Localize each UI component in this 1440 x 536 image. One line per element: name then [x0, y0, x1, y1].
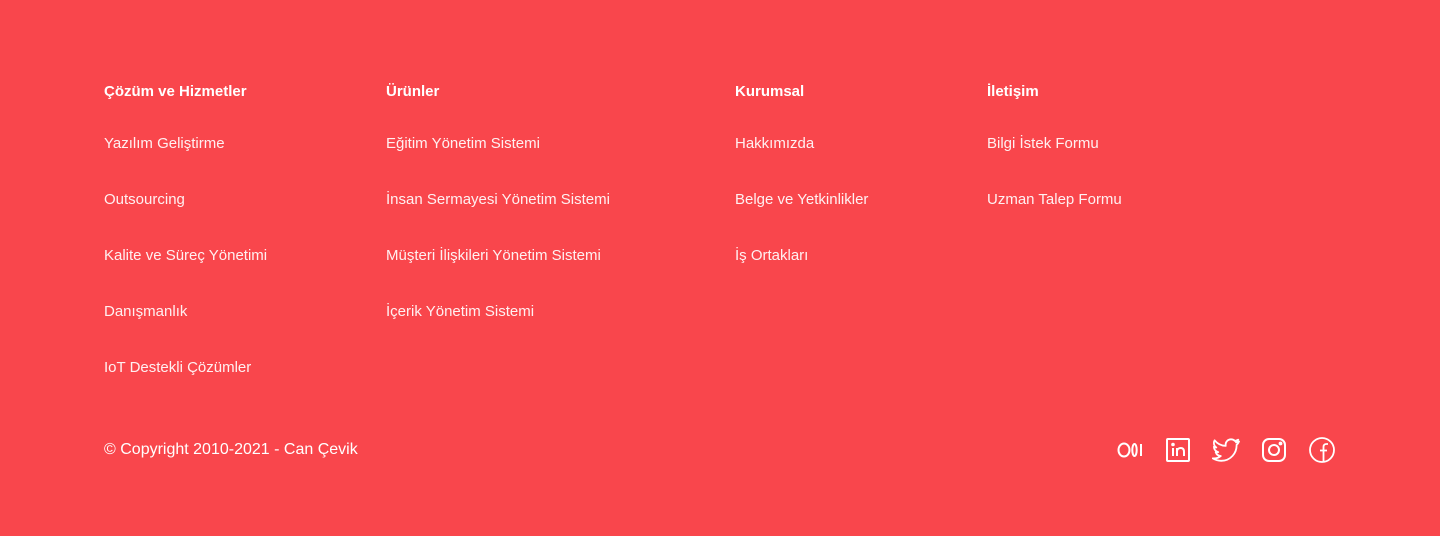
- footer-column-solutions: Çözüm ve Hizmetler Yazılım Geliştirme Ou…: [104, 82, 267, 414]
- footer-column-products: Ürünler Eğitim Yönetim Sistemi İnsan Ser…: [386, 82, 610, 358]
- facebook-icon[interactable]: [1308, 436, 1336, 464]
- column-title: İletişim: [987, 83, 1039, 100]
- link-hakkimizda[interactable]: Hakkımızda: [735, 135, 814, 152]
- link-kalite-surec-yonetimi[interactable]: Kalite ve Süreç Yönetimi: [104, 247, 267, 264]
- link-musteri-iliskileri-yonetim-sistemi[interactable]: Müşteri İlişkileri Yönetim Sistemi: [386, 247, 601, 264]
- link-is-ortaklari[interactable]: İş Ortakları: [735, 247, 808, 264]
- link-icerik-yonetim-sistemi[interactable]: İçerik Yönetim Sistemi: [386, 303, 534, 320]
- medium-icon[interactable]: [1116, 436, 1144, 464]
- link-list: Yazılım Geliştirme Outsourcing Kalite ve…: [104, 134, 267, 378]
- social-links: [1116, 436, 1336, 464]
- link-list: Hakkımızda Belge ve Yetkinlikler İş Orta…: [735, 134, 868, 266]
- link-bilgi-istek-formu[interactable]: Bilgi İstek Formu: [987, 135, 1099, 152]
- link-outsourcing[interactable]: Outsourcing: [104, 191, 185, 208]
- link-belge-ve-yetkinlikler[interactable]: Belge ve Yetkinlikler: [735, 191, 868, 208]
- link-egitim-yonetim-sistemi[interactable]: Eğitim Yönetim Sistemi: [386, 135, 540, 152]
- link-list: Eğitim Yönetim Sistemi İnsan Sermayesi Y…: [386, 134, 610, 322]
- footer-column-corporate: Kurumsal Hakkımızda Belge ve Yetkinlikle…: [735, 82, 868, 302]
- link-danismanlik[interactable]: Danışmanlık: [104, 303, 187, 320]
- link-list: Bilgi İstek Formu Uzman Talep Formu: [987, 134, 1122, 210]
- link-uzman-talep-formu[interactable]: Uzman Talep Formu: [987, 191, 1122, 208]
- column-title: Ürünler: [386, 83, 440, 100]
- footer-column-contact: İletişim Bilgi İstek Formu Uzman Talep F…: [987, 82, 1122, 246]
- linkedin-icon[interactable]: [1164, 436, 1192, 464]
- link-yazilim-gelistirme[interactable]: Yazılım Geliştirme: [104, 135, 225, 152]
- link-insan-sermayesi-yonetim-sistemi[interactable]: İnsan Sermayesi Yönetim Sistemi: [386, 191, 610, 208]
- instagram-icon[interactable]: [1260, 436, 1288, 464]
- column-title: Çözüm ve Hizmetler: [104, 83, 247, 100]
- twitter-icon[interactable]: [1212, 436, 1240, 464]
- copyright-text: © Copyright 2010-2021 - Can Çevik: [104, 441, 358, 458]
- column-title: Kurumsal: [735, 83, 805, 100]
- link-iot-destekli-cozumler[interactable]: IoT Destekli Çözümler: [104, 359, 251, 376]
